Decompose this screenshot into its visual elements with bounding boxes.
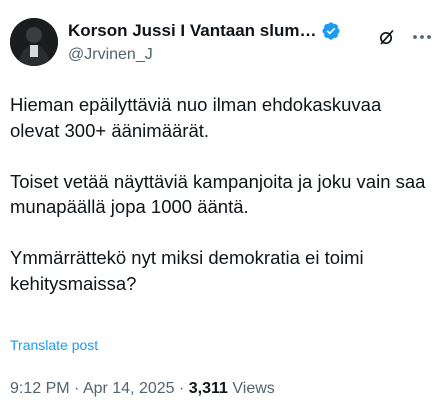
author-display-name[interactable]: Korson Jussi I Vantaan slum… — [68, 21, 316, 41]
verified-badge-icon — [322, 22, 341, 40]
avatar[interactable] — [10, 18, 58, 66]
meta-separator: · — [174, 380, 189, 397]
meta-separator: · — [69, 380, 83, 397]
views-count[interactable]: 3,311 — [189, 380, 228, 397]
tweet-header: Korson Jussi I Vantaan slum… @Jrvinen_J — [10, 18, 434, 78]
more-dots-icon[interactable] — [410, 26, 434, 48]
tweet-paragraph: Hieman epäilyttäviä nuo ilman ehdokaskuv… — [10, 94, 382, 141]
avatar-photo-icon — [10, 18, 58, 66]
tweet-paragraph: Ymmärrättekö nyt miksi demokratia ei toi… — [10, 247, 364, 294]
tweet-time[interactable]: 9:12 PM — [10, 380, 70, 397]
tweet-paragraph: Toiset vetää näyttäviä kampanjoita ja jo… — [10, 170, 426, 218]
tweet-body: Hieman epäilyttäviä nuo ilman ehdokaskuv… — [10, 92, 430, 296]
tweet-date[interactable]: Apr 14, 2025 — [83, 380, 175, 397]
translate-post-link[interactable]: Translate post — [10, 337, 98, 353]
grok-icon[interactable] — [376, 26, 398, 48]
views-label: Views — [227, 380, 275, 397]
author-handle[interactable]: @Jrvinen_J — [68, 46, 368, 64]
tweet-meta: 9:12 PM · Apr 14, 2025 · 3,311 Views — [10, 380, 275, 398]
author-names: Korson Jussi I Vantaan slum… @Jrvinen_J — [68, 20, 368, 64]
